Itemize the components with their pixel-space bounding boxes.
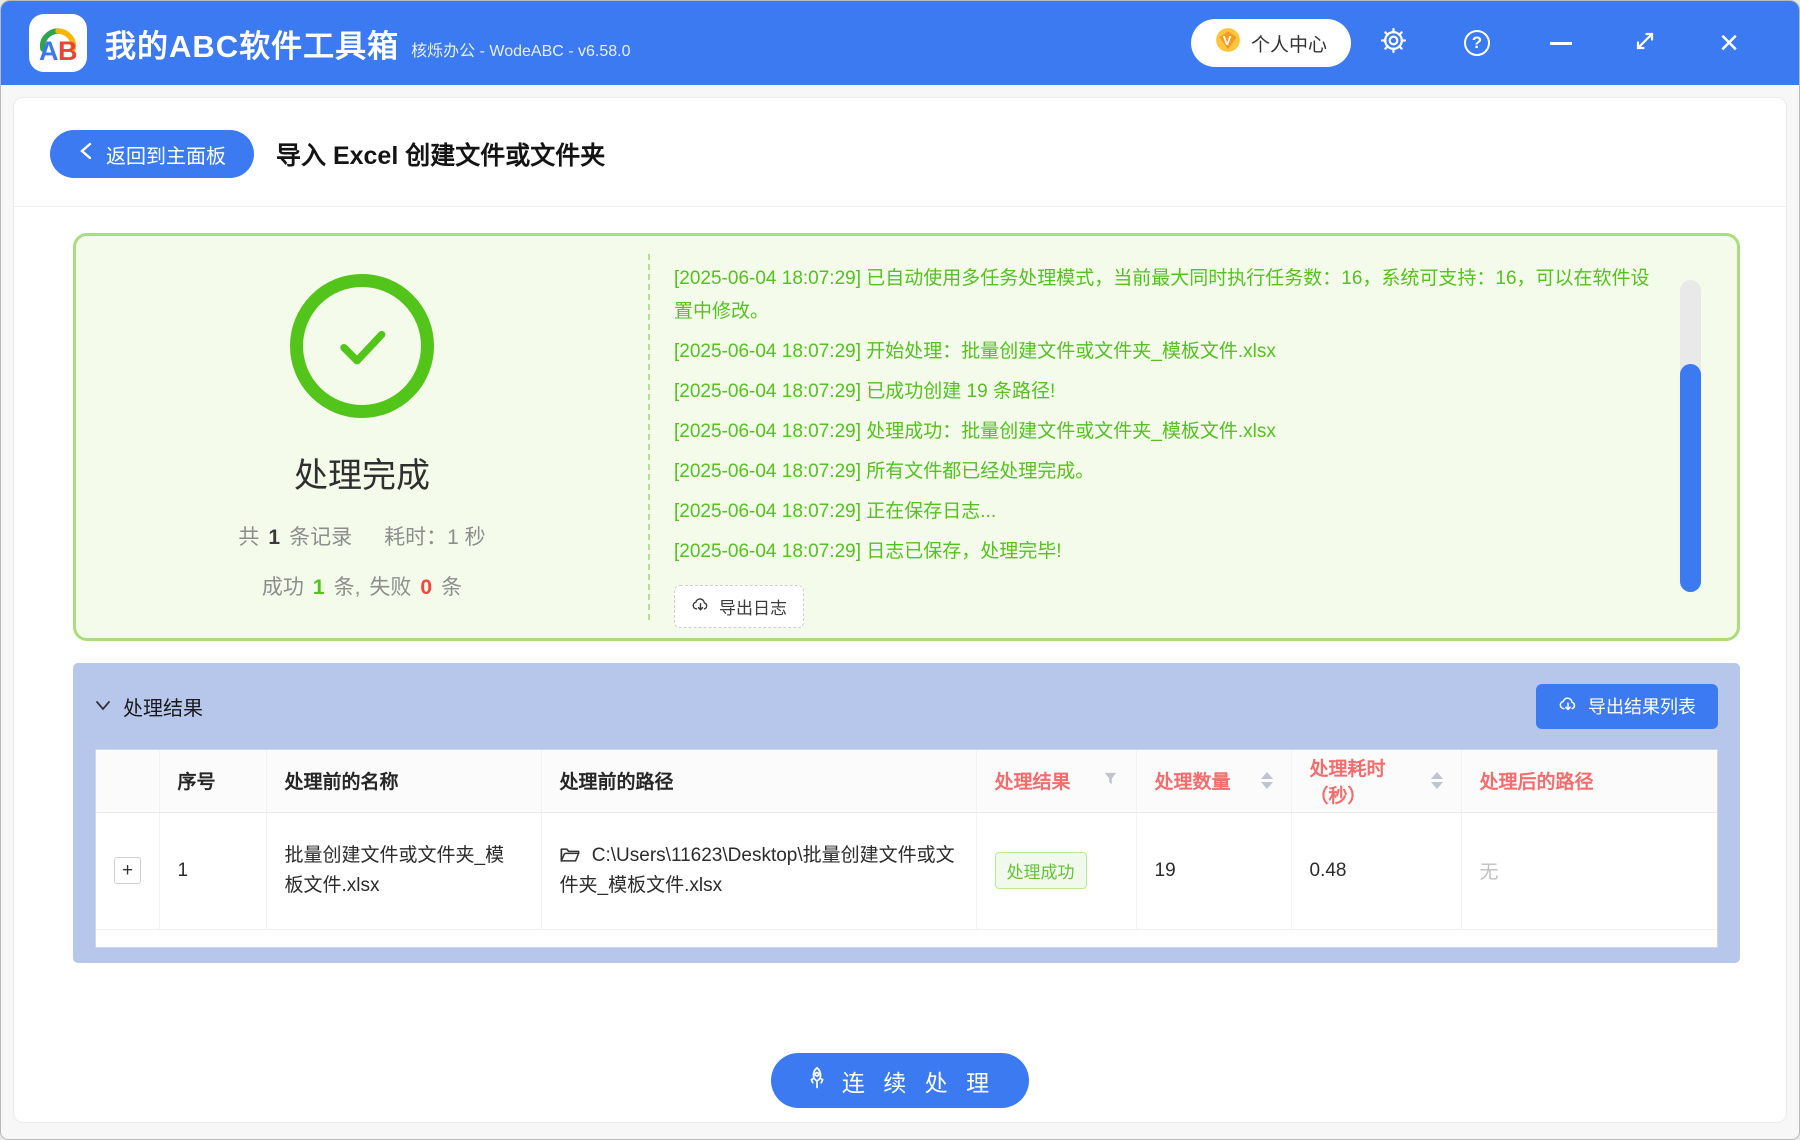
results-table: 序号 处理前的名称 处理前的路径 处理结果: [95, 749, 1718, 948]
cloud-download-icon: [691, 595, 710, 619]
total-count: 1: [268, 526, 280, 550]
total-prefix: 共: [238, 521, 259, 551]
header-elapsed-label: 处理耗时（秒）: [1310, 754, 1431, 808]
results-section-title: 处理结果: [123, 692, 203, 721]
summary-status: 处理完成 共 1 条记录 耗时：1 秒 成功 1 条, 失败 0 条: [76, 236, 648, 638]
continue-label: 连 续 处 理: [842, 1064, 995, 1098]
app-logo-icon: A B: [29, 14, 87, 72]
svg-text:V: V: [1223, 33, 1232, 48]
app-window: A B 我的ABC软件工具箱 核烁办公 - WodeABC - v6.58.0 …: [0, 0, 1800, 1140]
log-area: [2025-06-04 18:07:29] 已自动使用多任务处理模式，当前最大同…: [650, 236, 1737, 638]
help-button[interactable]: ?: [1435, 30, 1519, 56]
filter-funnel-icon[interactable]: [1103, 770, 1118, 792]
sort-caret-icon[interactable]: [1431, 772, 1443, 789]
cell-name: 批量创建文件或文件夹_模板文件.xlsx: [266, 812, 541, 929]
log-line: [2025-06-04 18:07:29] 已自动使用多任务处理模式，当前最大同…: [674, 262, 1657, 328]
header-result-label: 处理结果: [995, 767, 1071, 794]
cell-index: 1: [159, 812, 266, 929]
cell-count: 19: [1136, 812, 1291, 929]
cell-result: 处理成功: [976, 812, 1136, 929]
resize-button[interactable]: [1603, 29, 1687, 58]
fail-count: 0: [420, 576, 432, 600]
table-row: + 1 批量创建文件或文件夹_模板文件.xlsx C:\U: [96, 812, 1717, 929]
cell-after-path: 无: [1461, 812, 1717, 929]
cell-path-text: C:\Users\11623\Desktop\批量创建文件或文件夹_模板文件.x…: [560, 845, 955, 896]
main-content-card: 返回到主面板 导入 Excel 创建文件或文件夹 处理完成 共 1 条记录 耗时…: [13, 97, 1787, 1123]
continue-processing-button[interactable]: 连 续 处 理: [771, 1053, 1029, 1108]
fail-suffix: 条: [441, 571, 462, 601]
header-count-label: 处理数量: [1155, 767, 1231, 794]
results-collapse-toggle[interactable]: 处理结果: [95, 692, 203, 721]
success-label: 成功: [262, 571, 304, 601]
title-bar: A B 我的ABC软件工具箱 核烁办公 - WodeABC - v6.58.0 …: [1, 1, 1799, 85]
table-header-row: 序号 处理前的名称 处理前的路径 处理结果: [96, 750, 1717, 812]
export-results-button[interactable]: 导出结果列表: [1536, 684, 1718, 729]
export-log-button[interactable]: 导出日志: [674, 585, 804, 628]
header-result[interactable]: 处理结果: [976, 750, 1136, 812]
app-subtitle: 核烁办公 - WodeABC - v6.58.0: [411, 25, 630, 61]
app-title: 我的ABC软件工具箱: [105, 21, 399, 66]
rocket-icon: [805, 1066, 829, 1096]
header-elapsed[interactable]: 处理耗时（秒）: [1291, 750, 1461, 812]
titlebar-controls: V 个人中心 ?: [1191, 19, 1771, 67]
success-count: 1: [313, 576, 325, 600]
log-line: [2025-06-04 18:07:29] 所有文件都已经处理完成。: [674, 455, 1657, 488]
user-center-label: 个人中心: [1251, 30, 1327, 57]
minimize-button[interactable]: [1519, 42, 1603, 45]
close-button[interactable]: ×: [1687, 26, 1771, 60]
total-suffix: 条记录: [289, 521, 352, 551]
resize-icon: [1633, 29, 1657, 58]
folder-icon: [560, 845, 592, 866]
log-line: [2025-06-04 18:07:29] 开始处理：批量创建文件或文件夹_模板…: [674, 335, 1657, 368]
header-name: 处理前的名称: [266, 750, 541, 812]
back-button-label: 返回到主面板: [106, 140, 226, 169]
svg-text:A: A: [39, 36, 59, 65]
footer: 连 续 处 理: [14, 1053, 1786, 1122]
cell-elapsed: 0.48: [1291, 812, 1461, 929]
cloud-download-icon: [1558, 694, 1578, 719]
header-count[interactable]: 处理数量: [1136, 750, 1291, 812]
log-line: [2025-06-04 18:07:29] 日志已保存，处理完毕!: [674, 535, 1657, 568]
minimize-icon: [1550, 42, 1572, 45]
header-path: 处理前的路径: [541, 750, 976, 812]
user-center-button[interactable]: V 个人中心: [1191, 19, 1351, 67]
record-stats: 共 1 条记录 耗时：1 秒: [238, 521, 485, 551]
fail-label: 失败: [369, 571, 411, 601]
results-section: 处理结果 导出结果列表: [73, 663, 1740, 963]
log-scrollbar-track[interactable]: [1680, 280, 1701, 592]
cell-path: C:\Users\11623\Desktop\批量创建文件或文件夹_模板文件.x…: [541, 812, 976, 929]
chevron-left-icon: [78, 141, 94, 167]
cell-expand: +: [96, 812, 159, 929]
settings-button[interactable]: [1351, 27, 1435, 59]
log-line: [2025-06-04 18:07:29] 正在保存日志...: [674, 495, 1657, 528]
log-scrollbar-thumb[interactable]: [1680, 364, 1701, 592]
page-header: 返回到主面板 导入 Excel 创建文件或文件夹: [14, 98, 1786, 207]
results-header: 处理结果 导出结果列表: [95, 663, 1718, 749]
elapsed-label: 耗时：1 秒: [384, 521, 486, 551]
row-expand-button[interactable]: +: [114, 857, 141, 884]
page-title: 导入 Excel 创建文件或文件夹: [276, 136, 605, 172]
vip-diamond-icon: V: [1215, 27, 1241, 59]
result-stats: 成功 1 条, 失败 0 条: [262, 571, 462, 601]
log-line: [2025-06-04 18:07:29] 处理成功：批量创建文件或文件夹_模板…: [674, 415, 1657, 448]
summary-panel: 处理完成 共 1 条记录 耗时：1 秒 成功 1 条, 失败 0 条: [73, 233, 1740, 641]
success-check-icon: [290, 274, 434, 418]
chevron-down-icon: [95, 695, 111, 718]
header-index: 序号: [159, 750, 266, 812]
back-to-dashboard-button[interactable]: 返回到主面板: [50, 130, 254, 178]
status-title: 处理完成: [294, 448, 430, 497]
sort-caret-icon[interactable]: [1261, 772, 1273, 789]
close-icon: ×: [1719, 26, 1739, 60]
export-log-label: 导出日志: [719, 594, 787, 619]
help-icon: ?: [1464, 30, 1490, 56]
status-badge: 处理成功: [995, 852, 1087, 889]
export-results-label: 导出结果列表: [1588, 693, 1696, 719]
header-expand: [96, 750, 159, 812]
svg-text:B: B: [58, 36, 78, 65]
success-suffix: 条,: [334, 571, 361, 601]
header-after-path: 处理后的路径: [1461, 750, 1717, 812]
gear-icon: [1380, 27, 1407, 59]
log-line: [2025-06-04 18:07:29] 已成功创建 19 条路径!: [674, 375, 1657, 408]
